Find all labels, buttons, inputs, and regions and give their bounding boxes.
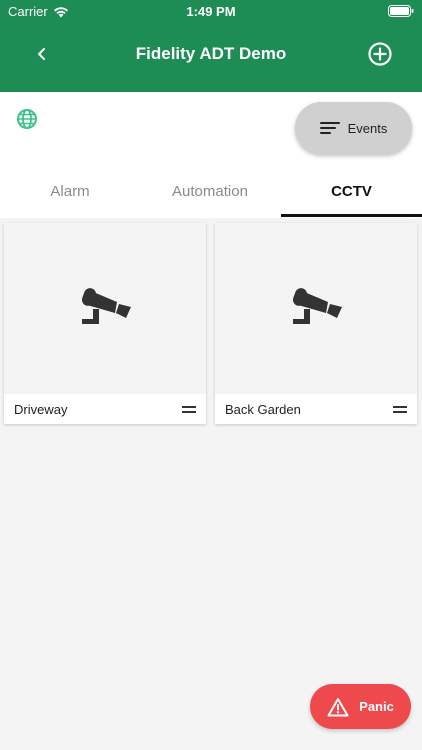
add-button[interactable]: [366, 40, 394, 68]
tab-bar: Alarm Automation CCTV: [0, 164, 422, 218]
plus-circle-icon: [368, 42, 392, 66]
cctv-camera-icon: [81, 288, 131, 324]
status-time: 1:49 PM: [186, 4, 236, 19]
tab-alarm[interactable]: Alarm: [0, 164, 140, 218]
events-label: Events: [347, 120, 388, 136]
camera-preview[interactable]: [215, 223, 417, 394]
panic-label: Panic: [359, 699, 394, 714]
battery-icon: [388, 5, 414, 17]
globe-icon[interactable]: [16, 108, 38, 130]
camera-footer: Back Garden: [215, 394, 417, 424]
camera-name: Back Garden: [225, 401, 301, 417]
camera-card[interactable]: Driveway: [4, 223, 206, 424]
status-bar: Carrier 1:49 PM: [0, 0, 422, 22]
cctv-camera-icon: [292, 288, 342, 324]
warning-triangle-icon: [327, 697, 349, 716]
drag-handle-icon[interactable]: [393, 406, 407, 413]
nav-bar: Fidelity ADT Demo: [0, 22, 422, 86]
active-tab-indicator: [281, 214, 422, 217]
page-title: Fidelity ADT Demo: [135, 44, 287, 63]
app-header: Carrier 1:49 PM Fidelity ADT Demo: [0, 0, 422, 92]
top-panel: Events Alarm Automation CCTV: [0, 92, 422, 218]
panic-button[interactable]: Panic: [310, 684, 411, 729]
camera-name: Driveway: [14, 401, 68, 417]
camera-preview[interactable]: [4, 223, 206, 394]
tab-cctv[interactable]: CCTV: [281, 164, 422, 218]
camera-footer: Driveway: [4, 394, 206, 424]
events-button[interactable]: Events: [295, 102, 412, 154]
filter-lines-icon: [319, 122, 340, 134]
tab-automation[interactable]: Automation: [140, 164, 280, 218]
camera-card[interactable]: Back Garden: [215, 223, 417, 424]
drag-handle-icon[interactable]: [182, 406, 196, 413]
